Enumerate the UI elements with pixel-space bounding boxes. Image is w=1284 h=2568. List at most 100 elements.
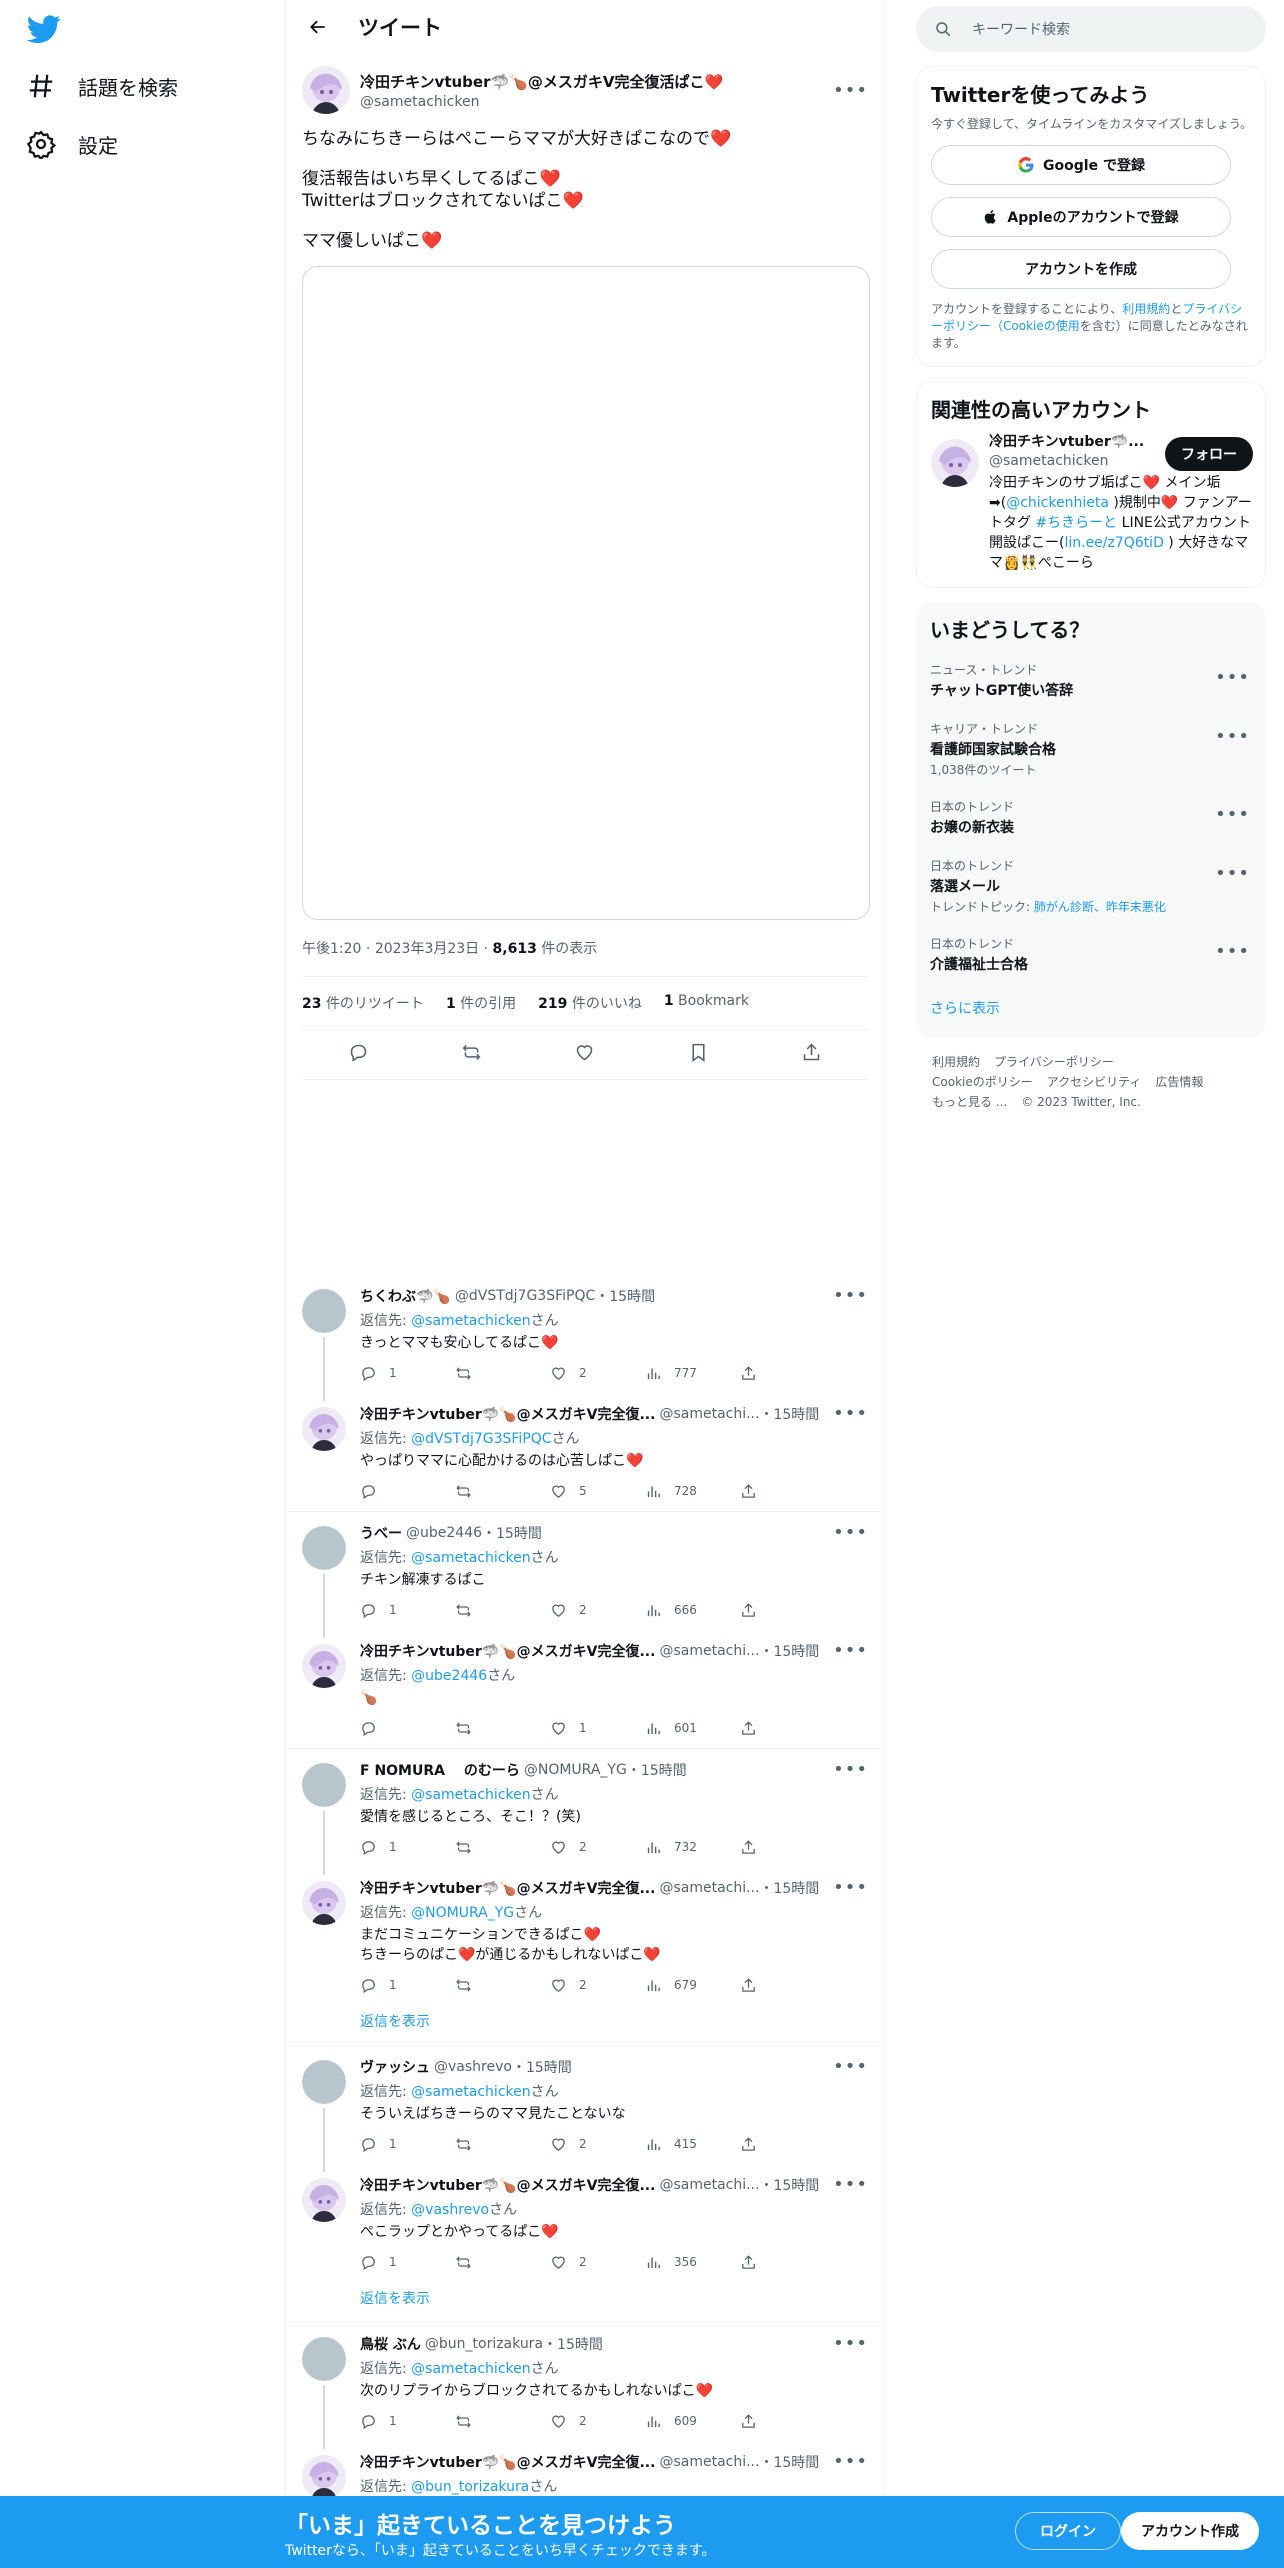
retweet-button[interactable]	[455, 2136, 550, 2153]
retweet-button[interactable]	[455, 1483, 550, 1500]
reply-button[interactable]	[360, 1720, 455, 1737]
show-more-link[interactable]: さらに表示	[930, 984, 1254, 1024]
avatar[interactable]	[302, 1407, 346, 1451]
like-button[interactable]: 2	[550, 1839, 645, 1856]
footer-link[interactable]: 利用規約	[932, 1055, 980, 1069]
login-button[interactable]: ログイン	[1015, 2512, 1121, 2550]
reply-time[interactable]: ・15時間	[627, 1760, 687, 1780]
more-options-icon[interactable]: •••	[833, 1285, 868, 1306]
reply-button[interactable]: 1	[360, 1365, 455, 1382]
google-signup-button[interactable]: Google で登録	[931, 145, 1231, 185]
more-options-icon[interactable]: •••	[833, 2451, 868, 2472]
bio-link[interactable]: #ちきらーと	[1035, 515, 1117, 531]
tweet-date[interactable]: 2023年3月23日	[375, 941, 479, 957]
views-button[interactable]: 356	[645, 2254, 740, 2271]
bio-link[interactable]: lin.ee/z7Q6tiD	[1064, 535, 1163, 551]
bookmark-icon[interactable]	[688, 1042, 709, 1067]
reply-author[interactable]: 鳥桜 ぶん	[360, 2334, 421, 2354]
retweet-button[interactable]	[455, 2254, 550, 2271]
reply-handle[interactable]: @sametachi...	[659, 2177, 759, 2193]
avatar[interactable]	[302, 1526, 346, 1570]
share-button[interactable]	[740, 1602, 835, 1619]
avatar[interactable]	[302, 1644, 346, 1688]
replying-to-link[interactable]: @vashrevo	[411, 2202, 489, 2218]
retweets-stat[interactable]: 23 件のリツイート	[302, 993, 424, 1013]
reply-tweet[interactable]: 冷田チキンvtuber🦈🍗@メスガキV完全復... @sametachi... …	[286, 1867, 884, 2005]
reply-handle[interactable]: @NOMURA_YG	[524, 1762, 627, 1778]
share-button[interactable]	[740, 2413, 835, 2430]
share-button[interactable]	[740, 1839, 835, 1856]
quotes-stat[interactable]: 1 件の引用	[446, 993, 516, 1013]
more-options-icon[interactable]: •••	[833, 80, 868, 101]
reply-time[interactable]: ・15時間	[595, 1286, 655, 1306]
reply-handle[interactable]: @dVSTdj7G3SFiPQC	[455, 1288, 595, 1304]
share-button[interactable]	[740, 1977, 835, 1994]
avatar[interactable]	[302, 2455, 346, 2499]
reply-tweet[interactable]: 冷田チキンvtuber🦈🍗@メスガキV完全復... @sametachi... …	[286, 1393, 884, 1511]
replying-to-link[interactable]: @bun_torizakura	[411, 2479, 529, 2495]
replying-to-link[interactable]: @NOMURA_YG	[411, 1905, 514, 1921]
share-button[interactable]	[740, 2254, 835, 2271]
reply-tweet[interactable]: うべー @ube2446 ・15時間 ••• 返信先: @sametachick…	[286, 1512, 884, 1638]
reply-tweet[interactable]: 冷田チキンvtuber🦈🍗@メスガキV完全復... @sametachi... …	[286, 1630, 884, 1748]
reply-time[interactable]: ・15時間	[482, 1523, 542, 1543]
avatar[interactable]	[931, 439, 979, 487]
more-options-icon[interactable]: •••	[1215, 804, 1250, 825]
terms-link[interactable]: 利用規約	[1122, 302, 1170, 316]
like-icon[interactable]	[574, 1042, 595, 1067]
retweet-button[interactable]	[455, 1602, 550, 1619]
reply-handle[interactable]: @ube2446	[406, 1525, 482, 1541]
more-options-icon[interactable]: •••	[833, 2174, 868, 2195]
replying-to-link[interactable]: @sametachicken	[411, 2084, 530, 2100]
views-button[interactable]: 609	[645, 2413, 740, 2430]
replying-to-link[interactable]: @ube2446	[411, 1668, 487, 1684]
reply-button[interactable]: 1	[360, 1602, 455, 1619]
reply-author[interactable]: 冷田チキンvtuber🦈🍗@メスガキV完全復...	[360, 2175, 655, 2195]
like-button[interactable]: 5	[550, 1483, 645, 1500]
trend-topic-link[interactable]: 肺がん診断、昨年末悪化	[1034, 900, 1166, 914]
signup-button[interactable]: アカウント作成	[1121, 2512, 1259, 2550]
trend-item[interactable]: 日本のトレンド 介護福祉士合格 •••	[930, 925, 1254, 984]
bookmarks-stat[interactable]: 1 Bookmark	[664, 993, 749, 1013]
replying-to-link[interactable]: @sametachicken	[411, 1787, 530, 1803]
avatar[interactable]	[302, 1289, 346, 1333]
reply-time[interactable]: ・15時間	[759, 1641, 819, 1661]
nav-explore[interactable]: 話題を検索	[26, 58, 178, 114]
footer-link[interactable]: 広告情報	[1155, 1075, 1203, 1089]
retweet-button[interactable]	[455, 1720, 550, 1737]
more-options-icon[interactable]: •••	[833, 1522, 868, 1543]
share-button[interactable]	[740, 1483, 835, 1500]
like-button[interactable]: 2	[550, 1365, 645, 1382]
footer-link[interactable]: アクセシビリティ	[1047, 1075, 1142, 1089]
reply-tweet[interactable]: ヴァッシュ @vashrevo ・15時間 ••• 返信先: @sametach…	[286, 2046, 884, 2172]
more-options-icon[interactable]: •••	[833, 1403, 868, 1424]
reply-tweet[interactable]: 冷田チキンvtuber🦈🍗@メスガキV完全復... @sametachi... …	[286, 2164, 884, 2282]
reply-button[interactable]: 1	[360, 2413, 455, 2430]
reply-button[interactable]: 1	[360, 2136, 455, 2153]
more-options-icon[interactable]: •••	[1215, 726, 1250, 747]
share-icon[interactable]	[801, 1042, 822, 1067]
views-button[interactable]: 728	[645, 1483, 740, 1500]
replying-to-link[interactable]: @dVSTdj7G3SFiPQC	[411, 1431, 551, 1447]
avatar[interactable]	[302, 2337, 346, 2381]
reply-time[interactable]: ・15時間	[759, 2175, 819, 2195]
reply-handle[interactable]: @sametachi...	[659, 1406, 759, 1422]
reply-handle[interactable]: @sametachi...	[659, 2454, 759, 2470]
reply-author[interactable]: F NOMURA のむーら	[360, 1760, 520, 1780]
share-button[interactable]	[740, 2136, 835, 2153]
replying-to-link[interactable]: @sametachicken	[411, 2361, 530, 2377]
replying-to-link[interactable]: @sametachicken	[411, 1313, 530, 1329]
reply-author[interactable]: ちくわぶ🦈🍗	[360, 1286, 451, 1306]
more-options-icon[interactable]: •••	[1215, 667, 1250, 688]
footer-link[interactable]: プライバシーポリシー	[994, 1055, 1114, 1069]
reply-time[interactable]: ・15時間	[759, 1878, 819, 1898]
related-handle[interactable]: @sametachicken	[989, 453, 1165, 469]
avatar[interactable]	[302, 1763, 346, 1807]
show-replies-link[interactable]: 返信を表示	[286, 2282, 884, 2322]
tweet-time[interactable]: 午後1:20	[302, 941, 361, 957]
trend-item[interactable]: ニュース・トレンド チャットGPT使い答辞 •••	[930, 651, 1254, 710]
more-options-icon[interactable]: •••	[1215, 941, 1250, 962]
views-button[interactable]: 777	[645, 1365, 740, 1382]
avatar[interactable]	[302, 66, 350, 114]
show-replies-link[interactable]: 返信を表示	[286, 2005, 884, 2045]
